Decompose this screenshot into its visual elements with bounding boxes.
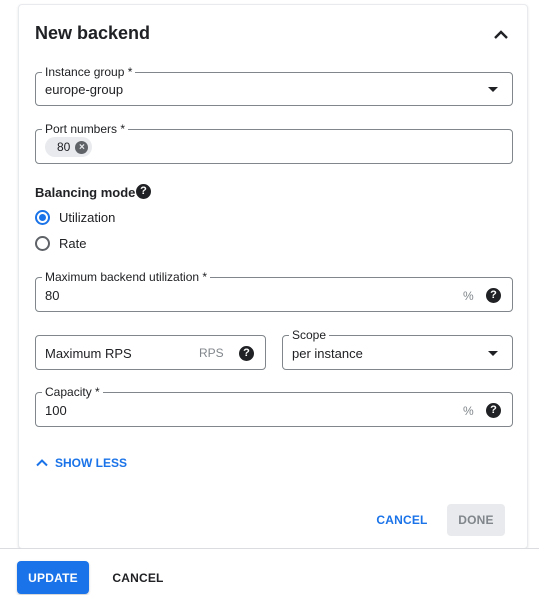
help-icon[interactable]: ? bbox=[136, 184, 151, 199]
port-numbers-label: Port numbers * bbox=[42, 121, 129, 137]
port-chip-label: 80 bbox=[57, 140, 71, 154]
radio-button-checked[interactable] bbox=[35, 210, 50, 225]
help-icon[interactable]: ? bbox=[239, 346, 254, 361]
balancing-mode-heading: Balancing mode bbox=[35, 185, 135, 200]
capacity-value: 100 bbox=[45, 403, 67, 418]
instance-group-value: europe-group bbox=[45, 82, 124, 97]
radio-button-unchecked[interactable] bbox=[35, 236, 50, 251]
update-button[interactable]: UPDATE bbox=[17, 561, 89, 594]
balancing-mode-label: Balancing mode bbox=[35, 185, 136, 200]
port-numbers-field[interactable]: Port numbers * 80 × bbox=[35, 121, 513, 164]
scope-label: Scope bbox=[289, 327, 330, 343]
chevron-up-icon bbox=[494, 30, 508, 39]
scope-select[interactable]: Scope per instance bbox=[282, 327, 513, 370]
show-less-button[interactable]: SHOW LESS bbox=[35, 456, 127, 470]
help-icon[interactable]: ? bbox=[486, 288, 501, 303]
max-rps-placeholder: Maximum RPS bbox=[45, 346, 132, 361]
max-utilization-value: 80 bbox=[45, 288, 60, 303]
caret-down-icon bbox=[488, 351, 498, 356]
max-rps-field[interactable]: Maximum RPS RPS ? bbox=[35, 335, 266, 370]
help-icon[interactable]: ? bbox=[486, 403, 501, 418]
footer-bar: UPDATE CANCEL bbox=[0, 548, 539, 595]
instance-group-select[interactable]: Instance group * europe-group bbox=[35, 64, 513, 106]
radio-rate[interactable]: Rate bbox=[35, 236, 86, 251]
max-utilization-field[interactable]: Maximum backend utilization * 80 % ? bbox=[35, 269, 513, 312]
scope-value: per instance bbox=[292, 346, 363, 361]
radio-utilization[interactable]: Utilization bbox=[35, 210, 115, 225]
max-utilization-label: Maximum backend utilization * bbox=[42, 269, 211, 285]
caret-down-icon bbox=[488, 87, 498, 92]
percent-unit: % bbox=[463, 289, 474, 303]
close-circle-icon[interactable]: × bbox=[75, 140, 89, 154]
collapse-button[interactable] bbox=[489, 23, 513, 47]
percent-unit: % bbox=[463, 404, 474, 418]
card-title: New backend bbox=[35, 23, 151, 43]
new-backend-card: New backend Instance group * europe-grou… bbox=[18, 4, 528, 549]
show-less-label: SHOW LESS bbox=[55, 456, 128, 470]
instance-group-label: Instance group * bbox=[42, 64, 136, 80]
radio-utilization-label: Utilization bbox=[59, 210, 116, 225]
rps-unit: RPS bbox=[199, 346, 224, 360]
radio-rate-label: Rate bbox=[59, 236, 87, 251]
done-button[interactable]: DONE bbox=[447, 504, 505, 536]
port-chip: 80 × bbox=[45, 137, 93, 157]
footer-cancel-button[interactable]: CANCEL bbox=[104, 561, 172, 594]
capacity-field[interactable]: Capacity * 100 % ? bbox=[35, 384, 513, 427]
card-cancel-button[interactable]: CANCEL bbox=[367, 504, 437, 536]
capacity-label: Capacity * bbox=[42, 384, 103, 400]
chevron-up-icon bbox=[36, 459, 48, 467]
